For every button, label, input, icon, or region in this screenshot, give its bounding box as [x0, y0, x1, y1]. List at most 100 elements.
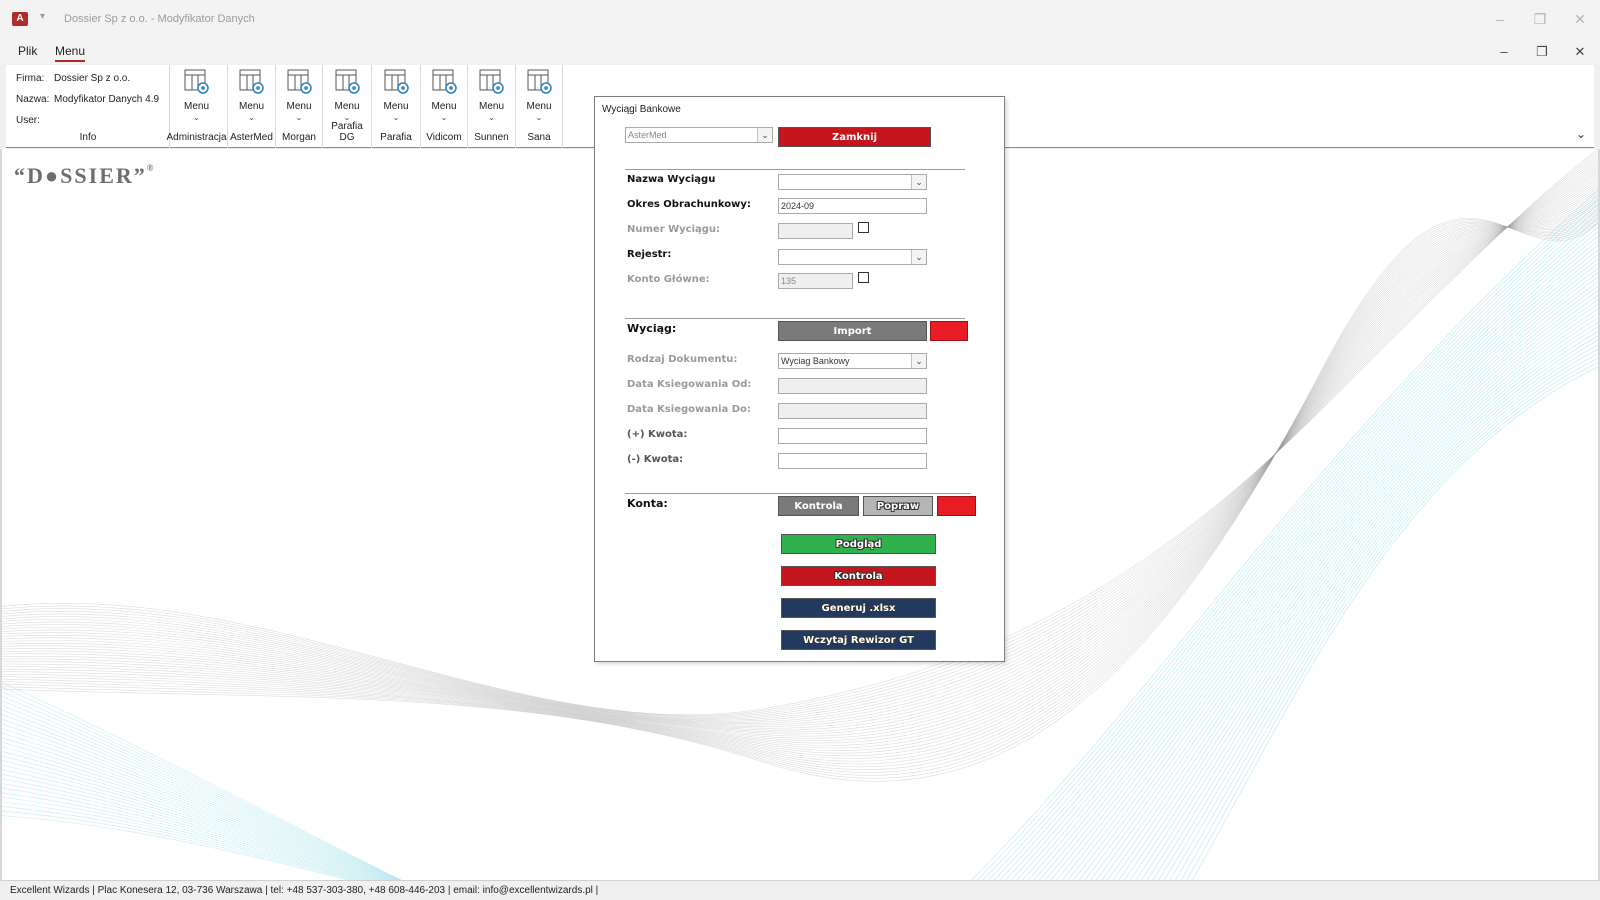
kontrola-button[interactable]: Kontrola: [781, 566, 936, 586]
import-status-indicator[interactable]: [930, 321, 968, 341]
table-settings-icon: [479, 69, 504, 94]
table-settings-icon: [239, 69, 264, 94]
info-user: User:: [16, 115, 40, 126]
table-settings-icon: [527, 69, 552, 94]
ribbon-menu-button[interactable]: Menu ⌄: [276, 65, 322, 127]
kwota-plus-input[interactable]: [778, 428, 927, 444]
restore-document-button[interactable]: ❐: [1532, 43, 1552, 61]
ribbon-menu-button[interactable]: Menu ⌄: [516, 65, 562, 127]
close-app-button[interactable]: ✕: [1570, 10, 1590, 28]
konta-status-indicator[interactable]: [937, 496, 976, 516]
table-settings-icon: [384, 69, 409, 94]
info-firma: Firma: Dossier Sp z o.o.: [16, 73, 131, 84]
rejestr-label: Rejestr:: [627, 249, 672, 260]
okres-label: Okres Obrachunkowy:: [627, 199, 751, 210]
ribbon-menu-button[interactable]: Menu ⌄: [421, 65, 467, 127]
ribbon-menu-button[interactable]: Menu ⌄: [468, 65, 515, 127]
kwota-minus-input[interactable]: [778, 453, 927, 469]
table-settings-icon: [335, 69, 360, 94]
divider: [625, 493, 971, 494]
konto-glowne-input[interactable]: 135: [778, 273, 853, 289]
rodzaj-dokumentu-select[interactable]: Wyciag Bankowy ⌄: [778, 353, 927, 369]
ribbon-menu-button[interactable]: Menu ⌄: [372, 65, 420, 127]
data-do-input[interactable]: [778, 403, 927, 419]
dossier-logo: “D●SSIER”®: [14, 163, 156, 188]
import-button[interactable]: Import: [778, 321, 927, 341]
ribbon-group-caption: Sunnen: [474, 132, 509, 143]
konta-section-label: Konta:: [627, 497, 668, 510]
chevron-down-icon[interactable]: ⌄: [911, 175, 926, 189]
ribbon-group-parafia-dg: Menu ⌄ Parafia DG: [323, 65, 372, 148]
title-bar: A ▾ Dossier Sp z o.o. - Modyfikator Dany…: [0, 0, 1600, 40]
table-settings-icon: [287, 69, 312, 94]
minimize-app-button[interactable]: –: [1490, 10, 1510, 28]
close-document-button[interactable]: ✕: [1570, 43, 1590, 61]
chevron-down-icon: ⌄: [488, 113, 495, 122]
ribbon-menu-button[interactable]: Menu ⌄: [166, 65, 227, 127]
ribbon-menu-button[interactable]: Menu ⌄: [323, 65, 371, 127]
ribbon-menu-label: Menu: [383, 101, 409, 112]
ribbon-group-sunnen: Menu ⌄ Sunnen: [468, 65, 516, 148]
ribbon-group-sana: Menu ⌄ Sana: [516, 65, 563, 148]
divider: [625, 318, 965, 319]
ribbon-menu-label: Menu: [334, 101, 360, 112]
ribbon-group-astermed: Menu ⌄ AsterMed: [228, 65, 276, 148]
kwota-plus-label: (+) Kwota:: [627, 429, 688, 440]
minimize-document-button[interactable]: –: [1494, 43, 1514, 61]
company-select[interactable]: AsterMed ⌄: [625, 127, 773, 143]
ribbon-group-parafia: Menu ⌄ Parafia: [372, 65, 421, 148]
okres-input[interactable]: 2024-09: [778, 198, 927, 214]
info-nazwa: Nazwa: Modyfikator Danych 4.9: [16, 94, 160, 105]
menu-bar: Plik Menu – ❐ ✕: [0, 40, 1600, 64]
ribbon-menu-button[interactable]: Menu ⌄: [228, 65, 275, 127]
wczytaj-rewizor-button[interactable]: Wczytaj Rewizor GT: [781, 630, 936, 650]
ribbon-menu-label: Menu: [478, 101, 504, 112]
ribbon-group-caption: Morgan: [282, 132, 316, 143]
numer-wyciagu-checkbox[interactable]: [858, 222, 869, 233]
chevron-down-icon[interactable]: ⌄: [757, 128, 772, 142]
tab-plik[interactable]: Plik: [18, 44, 37, 58]
nazwa-wyciagu-select[interactable]: ⌄: [778, 174, 927, 190]
rejestr-select[interactable]: ⌄: [778, 249, 927, 265]
generuj-xlsx-button[interactable]: Generuj .xlsx: [781, 598, 936, 618]
ribbon-group-morgan: Menu ⌄ Morgan: [276, 65, 323, 148]
chevron-down-icon: ⌄: [440, 113, 448, 122]
konto-glowne-label: Konto Główne:: [627, 274, 710, 285]
ribbon-menu-label: Menu: [286, 101, 312, 112]
chevron-down-icon: ⌄: [535, 113, 543, 122]
ribbon-menu-label: Menu: [183, 101, 209, 112]
dialog-title: Wyciągi Bankowe: [602, 104, 681, 115]
ribbon-group-caption: Administracja: [166, 132, 227, 143]
chevron-down-icon: ⌄: [295, 113, 303, 122]
kwota-minus-label: (-) Kwota:: [627, 454, 684, 465]
chevron-down-icon: ⌄: [248, 113, 255, 122]
table-settings-icon: [184, 69, 209, 94]
collapse-ribbon-icon[interactable]: ⌄: [1576, 127, 1586, 141]
konta-kontrola-button[interactable]: Kontrola: [778, 496, 859, 516]
status-bar: Excellent Wizards | Plac Konesera 12, 03…: [0, 880, 1600, 900]
data-od-input[interactable]: [778, 378, 927, 394]
popraw-button[interactable]: Popraw: [863, 496, 933, 516]
ribbon-group-administracja: Menu ⌄ Administracja: [166, 65, 228, 148]
table-settings-icon: [432, 69, 457, 94]
wyciag-section-label: Wyciąg:: [627, 322, 677, 335]
chevron-down-icon[interactable]: ⌄: [911, 250, 926, 264]
ribbon-menu-label: Menu: [431, 101, 457, 112]
ribbon-group-caption: Sana: [527, 132, 551, 143]
chevron-down-icon[interactable]: ⌄: [911, 354, 926, 368]
konto-glowne-checkbox[interactable]: [858, 272, 869, 283]
numer-wyciagu-input[interactable]: [778, 223, 853, 239]
quick-access-dropdown-icon[interactable]: ▾: [40, 11, 45, 22]
divider: [625, 169, 965, 170]
restore-app-button[interactable]: ❐: [1530, 10, 1550, 28]
data-od-label: Data Ksiegowania Od:: [627, 379, 752, 390]
podglad-button[interactable]: Podgląd: [781, 534, 936, 554]
access-icon[interactable]: A: [12, 12, 28, 26]
chevron-down-icon: ⌄: [193, 113, 200, 122]
info-caption: Info: [79, 132, 97, 143]
chevron-down-icon: ⌄: [392, 113, 400, 122]
close-button[interactable]: Zamknij: [778, 127, 931, 147]
bank-statements-dialog: Wyciągi Bankowe AsterMed ⌄ Zamknij Nazwa…: [594, 96, 1005, 662]
tab-menu[interactable]: Menu: [55, 44, 86, 62]
ribbon-menu-label: Menu: [238, 101, 264, 112]
